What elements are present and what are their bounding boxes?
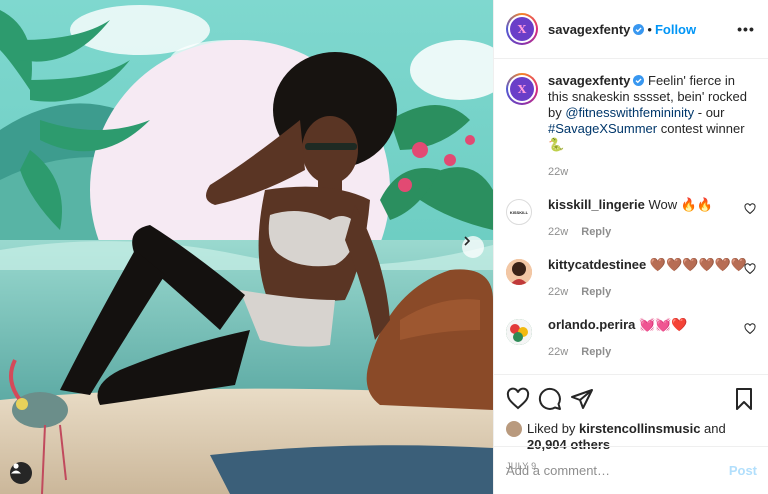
comment-item: KISSKILL kisskill_lingerie Wow 🔥🔥 22w Re… <box>506 197 756 240</box>
comment-timestamp[interactable]: 22w <box>548 286 568 298</box>
caption-timestamp[interactable]: 22w <box>548 166 568 178</box>
comment-username[interactable]: kisskill_lingerie <box>548 197 645 212</box>
heart-icon[interactable] <box>744 323 756 335</box>
comment-timestamp[interactable]: 22w <box>548 226 568 238</box>
action-icons <box>506 383 756 415</box>
user-tag-icon <box>11 463 21 474</box>
chevron-right-icon <box>464 236 471 246</box>
comment-avatar-text: KISSKILL <box>509 209 529 215</box>
post-header: X savagexfenty • Follow ••• <box>494 0 768 59</box>
caption-author-avatar[interactable]: X <box>506 73 538 105</box>
comment-text: 💓💓❤️ <box>639 317 688 332</box>
caption-meta: 22w <box>548 164 756 180</box>
comment-body: kisskill_lingerie Wow 🔥🔥 22w Reply <box>548 197 713 240</box>
caption-body: savagexfenty Feelin' fierce in this snak… <box>548 73 756 180</box>
comment-text: Wow 🔥🔥 <box>648 197 714 212</box>
more-options-icon[interactable]: ••• <box>736 21 756 37</box>
comment-body: orlando.perira 💓💓❤️ 22w Reply <box>548 317 688 360</box>
author-username[interactable]: savagexfenty <box>548 22 630 37</box>
post-photo[interactable] <box>0 0 493 494</box>
caption-mention-link[interactable]: @fitnesswithfemininity <box>565 105 694 120</box>
author-avatar[interactable]: X <box>506 13 538 45</box>
caption: X savagexfenty Feelin' fierce in this sn… <box>506 73 756 180</box>
comment-meta: 22w Reply <box>548 344 688 360</box>
comment-input[interactable] <box>506 463 729 478</box>
liker-avatar[interactable] <box>506 421 522 437</box>
add-comment-bar: Post <box>494 446 768 494</box>
caption-username[interactable]: savagexfenty <box>548 73 630 88</box>
comment-avatar[interactable]: KISSKILL <box>506 199 532 225</box>
comment-meta: 22w Reply <box>548 284 747 300</box>
instagram-post-view: X savagexfenty • Follow ••• X savagexfen… <box>0 0 768 494</box>
avatar-image <box>506 259 532 285</box>
avatar-image <box>506 319 532 345</box>
comment-avatar[interactable] <box>506 259 532 285</box>
comment-text: 🤎🤎🤎🤎🤎🤎 <box>649 257 748 272</box>
heart-icon[interactable] <box>744 263 756 275</box>
liker-username[interactable]: kirstencollinsmusic <box>579 421 700 436</box>
post-image-illustration <box>0 0 493 494</box>
header-separator: • <box>647 21 652 37</box>
post-comment-button[interactable]: Post <box>729 463 757 478</box>
comment-meta: 22w Reply <box>548 224 713 240</box>
comments-list: X savagexfenty Feelin' fierce in this sn… <box>494 59 768 374</box>
verified-badge-icon <box>633 23 645 35</box>
comment-timestamp[interactable]: 22w <box>548 346 568 358</box>
follow-button[interactable]: Follow <box>655 22 696 37</box>
share-icon[interactable] <box>570 387 594 411</box>
comment-avatar[interactable] <box>506 319 532 345</box>
comment-body: kittycatdestinee 🤎🤎🤎🤎🤎🤎 22w Reply <box>548 257 747 300</box>
likes-prefix: Liked by <box>527 421 580 436</box>
comment-username[interactable]: orlando.perira <box>548 317 635 332</box>
caption-text-2: - our <box>694 105 725 120</box>
reply-button[interactable]: Reply <box>581 286 611 298</box>
post-side-panel: X savagexfenty • Follow ••• X savagexfen… <box>493 0 768 494</box>
comment-username[interactable]: kittycatdestinee <box>548 257 646 272</box>
comment-item: orlando.perira 💓💓❤️ 22w Reply <box>506 317 756 360</box>
carousel-next-button[interactable] <box>462 236 484 258</box>
likes-middle: and <box>700 421 726 436</box>
heart-icon[interactable] <box>744 203 756 215</box>
verified-badge-icon <box>633 75 645 86</box>
heart-icon[interactable] <box>506 387 530 411</box>
comment-item: kittycatdestinee 🤎🤎🤎🤎🤎🤎 22w Reply <box>506 257 756 300</box>
reply-button[interactable]: Reply <box>581 346 611 358</box>
bookmark-icon[interactable] <box>732 387 756 411</box>
comment-icon[interactable] <box>538 387 562 411</box>
caption-author-avatar-logo: X <box>510 77 534 101</box>
author-avatar-logo: X <box>510 17 534 41</box>
user-tag-button[interactable] <box>10 462 32 484</box>
reply-button[interactable]: Reply <box>581 226 611 238</box>
caption-hashtag-link[interactable]: #SavageXSummer <box>548 121 657 136</box>
